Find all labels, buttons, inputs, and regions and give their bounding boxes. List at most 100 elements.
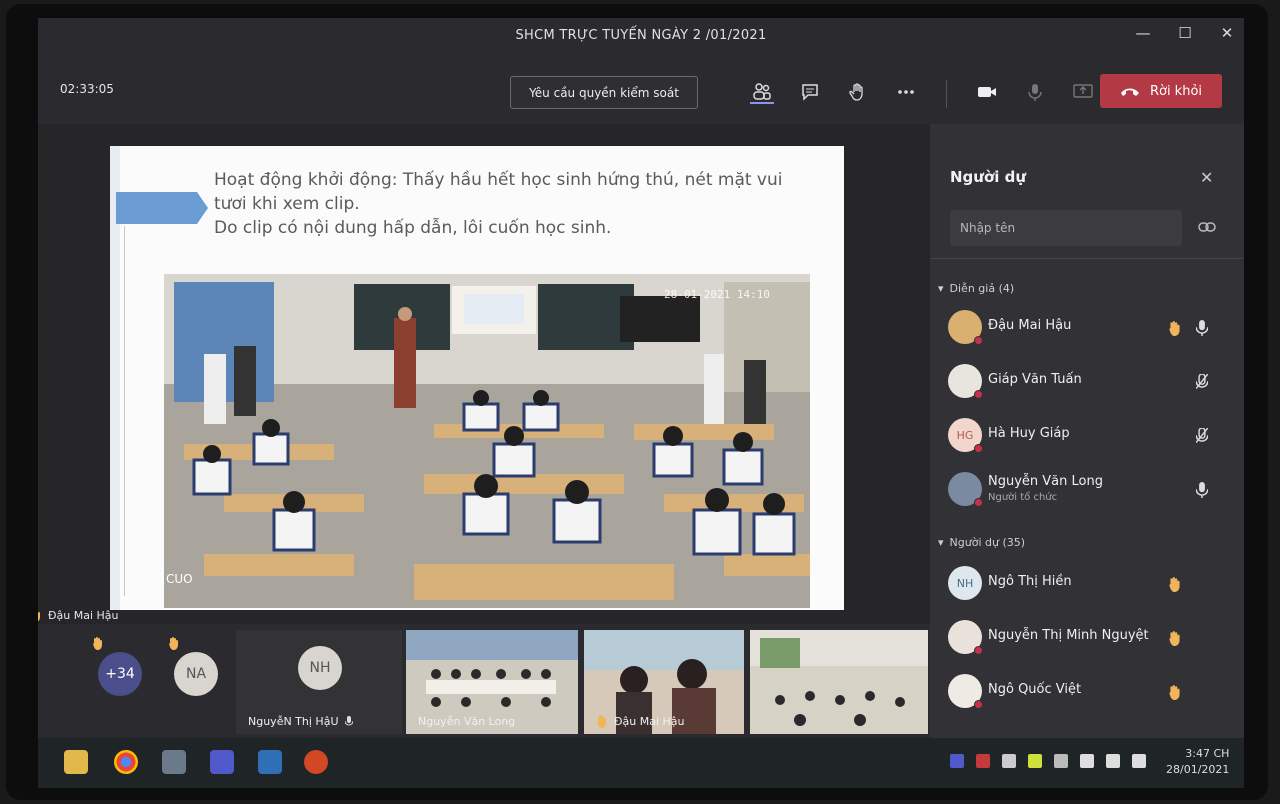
share-icon[interactable] — [1071, 80, 1095, 104]
participant-name: Hà Huy Giáp — [988, 426, 1070, 441]
chrome-icon[interactable] — [114, 750, 138, 774]
status-dot — [974, 444, 983, 453]
avatar-initials: HG — [956, 428, 974, 442]
slide-line-2: tươi khi xem clip. — [214, 194, 360, 214]
taskbar-clock[interactable]: 3:47 CH 28/01/2021 — [1166, 746, 1229, 778]
powerpoint-icon[interactable] — [304, 750, 328, 774]
status-dot — [974, 498, 983, 507]
tile-name: Đậu Mai Hậu — [596, 714, 685, 728]
mic-icon — [344, 716, 353, 726]
meeting-toolbar: 02:33:05 Yêu cầu quyền kiểm soát Rời khỏ… — [38, 66, 1244, 118]
battery-icon[interactable] — [1080, 754, 1094, 768]
tile-name: Nguyễn Văn Long — [418, 715, 515, 728]
slide-line-1: Hoạt động khởi động: Thấy hầu hết học si… — [214, 170, 783, 190]
maximize-button[interactable]: ☐ — [1176, 24, 1194, 42]
participants-panel: Người dự ✕ ▾ Diễn giả (4) Đậu Mai Hậu Gi… — [930, 124, 1244, 788]
presenters-section-header[interactable]: ▾ Diễn giả (4) — [938, 282, 1014, 295]
file-explorer-icon[interactable] — [64, 750, 88, 774]
participant-row[interactable]: Nguyễn Thị Minh Nguyệt — [948, 618, 1238, 664]
shared-screen-stage: Hoạt động khởi động: Thấy hầu hết học si… — [38, 124, 930, 624]
teams-meeting-window: SHCM TRỰC TUYẾN NGÀY 2 /01/2021 — ☐ ✕ 02… — [38, 18, 1244, 788]
shield-icon[interactable] — [976, 754, 990, 768]
slide-text: Hoạt động khởi động: Thấy hầu hết học si… — [214, 168, 814, 240]
participant-row[interactable]: Ngô Quốc Việt — [948, 672, 1238, 718]
windows-taskbar: 3:47 CH 28/01/2021 — [38, 738, 1244, 788]
invite-link-icon[interactable] — [1198, 220, 1216, 234]
participant-row[interactable]: Đậu Mai Hậu — [948, 308, 1238, 354]
classroom-video-frame: 28-01-2021 14:10 CUO — [164, 274, 810, 608]
participant-name: Giáp Văn Tuấn — [988, 372, 1082, 387]
participant-row[interactable]: HG Hà Huy Giáp — [948, 416, 1238, 462]
slide-line-3: Do clip có nội dung hấp dẫn, lôi cuốn họ… — [214, 218, 612, 238]
close-window-button[interactable]: ✕ — [1218, 24, 1236, 42]
presentation-slide: Hoạt động khởi động: Thấy hầu hết học si… — [110, 146, 844, 610]
clock-date: 28/01/2021 — [1166, 763, 1230, 776]
teams-icon[interactable] — [210, 750, 234, 774]
attendees-section-header[interactable]: ▾ Người dự (35) — [938, 536, 1025, 549]
status-dot — [974, 336, 983, 345]
camera-icon[interactable] — [975, 80, 999, 104]
people-icon[interactable] — [750, 80, 774, 104]
video-tile-long[interactable]: Nguyễn Văn Long — [406, 630, 578, 734]
participant-name: Nguyễn Văn Long — [988, 474, 1103, 489]
status-dot — [974, 390, 983, 399]
app-icon[interactable] — [162, 750, 186, 774]
participant-name: Ngô Quốc Việt — [988, 682, 1082, 697]
participant-row[interactable]: NH Ngô Thị Hiền — [948, 564, 1238, 610]
video-tile-hau[interactable]: Đậu Mai Hậu — [584, 630, 744, 734]
tile-name-text: Nguyễn Văn Long — [418, 715, 516, 728]
slide-divider-line — [124, 226, 125, 596]
participant-tile-na[interactable]: NA — [162, 630, 232, 734]
status-dot — [974, 700, 983, 709]
raise-hand-icon — [1169, 631, 1180, 646]
participant-name: Đậu Mai Hậu — [988, 318, 1072, 333]
participant-name: Nguyễn Thị Minh Nguyệt — [988, 628, 1149, 643]
overflow-tile[interactable]: +34 — [82, 630, 152, 734]
section-label: Người dự (35) — [949, 536, 1026, 549]
mic-off-icon — [1196, 374, 1208, 389]
window-controls: — ☐ ✕ — [1134, 24, 1236, 42]
mic-icon — [1196, 482, 1208, 498]
participant-role: Người tổ chức — [988, 492, 1058, 503]
toolbar-divider — [946, 80, 947, 108]
chevron-down-icon: ▾ — [938, 282, 944, 295]
media-player-icon[interactable] — [258, 750, 282, 774]
participant-tile-nh[interactable]: NH NguyễN Thị HậU — [236, 630, 402, 734]
tile-name-text: NguyễN Thị HậU — [248, 715, 339, 728]
overflow-count: +34 — [98, 652, 142, 696]
panel-title: Người dự — [950, 168, 1027, 186]
request-control-button[interactable]: Yêu cầu quyền kiểm soát — [510, 76, 698, 109]
avatar — [948, 620, 983, 655]
raise-hand-icon — [93, 637, 102, 650]
participant-row[interactable]: Giáp Văn Tuấn — [948, 362, 1238, 408]
network-icon[interactable] — [1106, 754, 1120, 768]
video-timestamp: 28-01-2021 14:10 — [664, 288, 770, 301]
volume-icon[interactable] — [1132, 754, 1146, 768]
chat-icon[interactable] — [798, 80, 822, 104]
usb-icon[interactable] — [1054, 754, 1068, 768]
section-label: Diễn giả (4) — [949, 282, 1015, 295]
avatar: NH — [298, 646, 342, 690]
raise-hand-icon[interactable] — [846, 80, 870, 104]
check-icon[interactable] — [1028, 754, 1042, 768]
tool-icon[interactable] — [1002, 754, 1016, 768]
participant-row[interactable]: Nguyễn Văn Long Người tổ chức — [948, 470, 1238, 516]
avatar — [948, 364, 983, 399]
leave-button[interactable]: Rời khỏi — [1100, 74, 1222, 108]
close-panel-icon[interactable]: ✕ — [1200, 168, 1213, 187]
teams-tray-icon[interactable] — [950, 754, 964, 768]
more-icon[interactable] — [894, 80, 918, 104]
mic-icon[interactable] — [1023, 80, 1047, 104]
raise-hand-icon — [169, 637, 178, 650]
video-tile-classroom[interactable] — [750, 630, 928, 734]
raise-hand-icon — [1169, 577, 1180, 592]
mic-icon — [1196, 320, 1208, 336]
participant-strip: +34 NA NH NguyễN Thị HậU Nguyễn Văn Long — [38, 630, 930, 738]
minimize-button[interactable]: — — [1134, 24, 1152, 42]
leave-label: Rời khỏi — [1149, 83, 1203, 99]
search-input[interactable] — [950, 210, 1182, 246]
panel-divider — [930, 258, 1244, 259]
meeting-timer: 02:33:05 — [60, 82, 114, 96]
phone-hangup-icon — [1120, 88, 1139, 96]
mic-off-icon — [1196, 428, 1208, 443]
